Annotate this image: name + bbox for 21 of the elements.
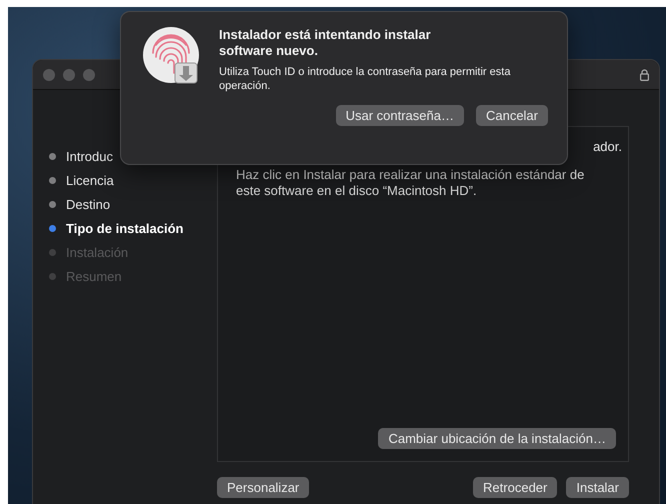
back-button[interactable]: Retroceder — [473, 477, 558, 498]
customize-button[interactable]: Personalizar — [217, 477, 310, 498]
fingerprint-icon — [143, 27, 201, 85]
cancel-button[interactable]: Cancelar — [476, 105, 548, 126]
close-button[interactable] — [43, 68, 55, 80]
step-label: Destino — [66, 196, 110, 212]
step-label: Licencia — [66, 172, 114, 188]
zoom-button[interactable] — [83, 68, 95, 80]
step-label: Introduc — [66, 148, 113, 164]
use-password-button[interactable]: Usar contraseña… — [336, 105, 464, 126]
dialog-message: Utiliza Touch ID o introduce la contraseña para permitir esta operación. — [219, 65, 512, 93]
step-label: Resumen — [66, 268, 122, 284]
minimize-button[interactable] — [63, 68, 75, 80]
step-label: Tipo de instalación — [66, 220, 184, 236]
description-text: Haz clic en Instalar para realizar una instalación estándar de este software en el disco “Macintosh HD”. — [236, 167, 586, 199]
content-text: ador. — [593, 139, 622, 154]
dialog-title: Instalador está intentando instalar software nuevo. — [219, 27, 432, 59]
step-label: Instalación — [66, 244, 128, 260]
lock-icon — [640, 68, 649, 80]
change-location-button[interactable]: Cambiar ubicación de la instalación… — [378, 428, 616, 449]
install-button[interactable]: Instalar — [566, 477, 629, 498]
